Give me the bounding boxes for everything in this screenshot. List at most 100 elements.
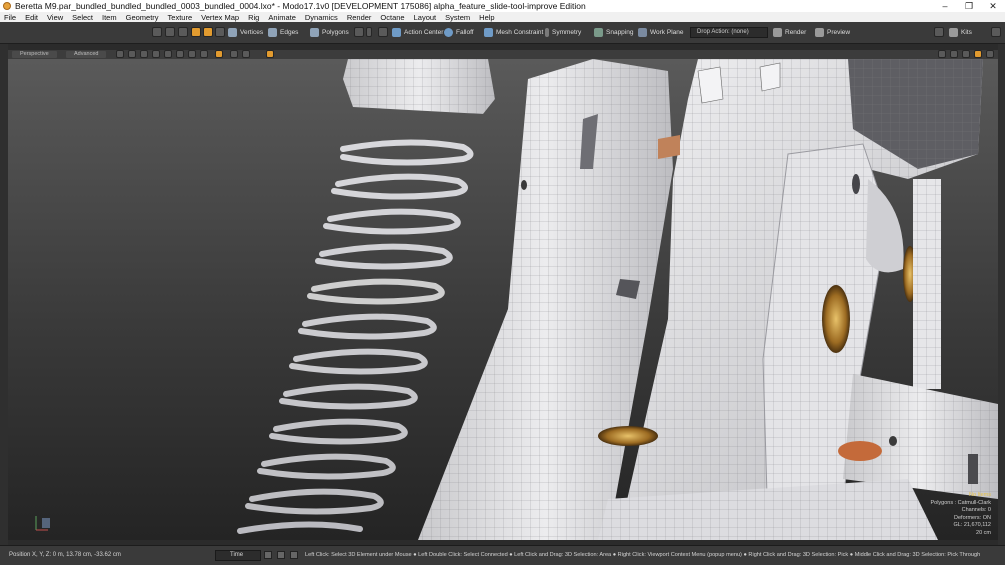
symmetry-shield-icon[interactable]	[378, 27, 388, 37]
axis-gizmo	[30, 510, 60, 535]
chevron-down-icon[interactable]	[366, 27, 372, 37]
polygons-icon	[310, 28, 319, 37]
no-items-label: No Items	[968, 492, 991, 498]
viewport-option-icon[interactable]	[266, 50, 274, 58]
menu-edit[interactable]: Edit	[25, 13, 38, 22]
minimize-button[interactable]: –	[933, 0, 957, 12]
symmetry-button[interactable]: Symmetry	[545, 26, 581, 39]
menu-help[interactable]: Help	[479, 13, 494, 22]
menu-item[interactable]: Item	[102, 13, 117, 22]
symmetry-icon	[545, 28, 549, 37]
kits-icon	[949, 28, 958, 37]
viewport-option-icon[interactable]	[200, 50, 208, 58]
search-icon[interactable]	[934, 27, 944, 37]
edges-button[interactable]: Edges	[268, 26, 298, 39]
menu-texture[interactable]: Texture	[168, 13, 193, 22]
viewport-option-icon[interactable]	[176, 50, 184, 58]
position-readout: Position X, Y, Z: 0 m, 13.78 cm, -33.62 …	[9, 552, 121, 558]
edges-icon	[268, 28, 277, 37]
list-icon[interactable]	[277, 551, 285, 559]
title-bar: Beretta M9.par_bundled_bundled_bundled_0…	[0, 0, 1005, 12]
menu-animate[interactable]: Animate	[268, 13, 296, 22]
preview-icon	[815, 28, 824, 37]
falloff-button[interactable]: Falloff	[444, 26, 474, 39]
action-center-button[interactable]: Action Center	[392, 26, 443, 39]
layout-icon[interactable]	[264, 551, 272, 559]
viewport-stats: No Items Polygons : Catmull-Clark Channe…	[930, 492, 991, 537]
snapping-icon	[594, 28, 603, 37]
falloff-icon	[444, 28, 453, 37]
channels-stat: Channels: 0	[961, 507, 991, 513]
viewport-option-icon[interactable]	[215, 50, 223, 58]
window-controls: – ❐ ✕	[933, 0, 1005, 12]
menu-file[interactable]: File	[4, 13, 16, 22]
menu-bar: File Edit View Select Item Geometry Text…	[0, 12, 1005, 22]
viewport-header: Perspective Advanced	[8, 50, 998, 59]
vertices-icon	[228, 28, 237, 37]
mouse-hints: Left Click: Select 3D Element under Mous…	[305, 552, 981, 558]
menu-dynamics[interactable]: Dynamics	[305, 13, 338, 22]
menu-rig[interactable]: Rig	[248, 13, 259, 22]
viewport-option-icon[interactable]	[188, 50, 196, 58]
polygons-button[interactable]: Polygons	[310, 26, 349, 39]
window-title: Beretta M9.par_bundled_bundled_bundled_0…	[15, 1, 586, 11]
render-button[interactable]: Render	[773, 26, 806, 39]
rotate-view-icon[interactable]	[950, 50, 958, 58]
menu-select[interactable]: Select	[72, 13, 93, 22]
vertices-button[interactable]: Vertices	[228, 26, 263, 39]
gl-stat: GL: 21,670,112	[953, 522, 991, 528]
time-button[interactable]: Time	[215, 550, 261, 561]
shield-icon[interactable]	[354, 27, 364, 37]
layout-toggle-icon[interactable]	[991, 27, 1001, 37]
time-label: Time	[230, 552, 244, 558]
viewport-tab-advanced[interactable]: Advanced	[66, 51, 107, 58]
action-center-icon	[392, 28, 401, 37]
modo-app-icon	[3, 2, 11, 10]
material-mode-icon[interactable]	[215, 27, 225, 37]
item-mode-icon[interactable]	[203, 27, 213, 37]
menu-render[interactable]: Render	[347, 13, 372, 22]
3d-viewport[interactable]	[8, 59, 998, 540]
reset-view-icon[interactable]	[938, 50, 946, 58]
status-bar: Position X, Y, Z: 0 m, 13.78 cm, -33.62 …	[0, 545, 1005, 565]
menu-octane[interactable]: Octane	[380, 13, 404, 22]
viewport-option-icon[interactable]	[128, 50, 136, 58]
viewport-option-icon[interactable]	[242, 50, 250, 58]
mesh-constraint-button[interactable]: Mesh Constraint	[484, 26, 543, 39]
preview-button[interactable]: Preview	[815, 26, 850, 39]
mesh-constraint-icon	[484, 28, 493, 37]
maximize-button[interactable]: ❐	[957, 0, 981, 12]
zoom-view-icon[interactable]	[962, 50, 970, 58]
work-plane-icon	[638, 28, 647, 37]
menu-geometry[interactable]: Geometry	[126, 13, 159, 22]
pan-view-icon[interactable]	[974, 50, 982, 58]
render-icon	[773, 28, 782, 37]
viewport-option-icon[interactable]	[230, 50, 238, 58]
element-move-icon[interactable]	[178, 27, 188, 37]
panel-icon[interactable]	[290, 551, 298, 559]
transform-tool-icon[interactable]	[165, 27, 175, 37]
kits-button[interactable]: Kits	[949, 26, 972, 39]
work-plane-button[interactable]: Work Plane	[638, 26, 683, 39]
viewport-render	[8, 59, 998, 540]
viewport-option-icon[interactable]	[116, 50, 124, 58]
viewport-settings-icon[interactable]	[986, 50, 994, 58]
magazine-follower	[343, 59, 495, 114]
drop-action-dropdown[interactable]: Drop Action: (none)	[690, 27, 768, 38]
select-tool-icon[interactable]	[152, 27, 162, 37]
right-panel-edge	[998, 44, 1005, 545]
menu-vertex-map[interactable]: Vertex Map	[201, 13, 239, 22]
menu-system[interactable]: System	[445, 13, 470, 22]
main-toolbar: Vertices Edges Polygons Action Center Fa…	[0, 22, 1005, 44]
menu-layout[interactable]: Layout	[414, 13, 437, 22]
close-button[interactable]: ✕	[981, 0, 1005, 12]
viewport-tab-perspective[interactable]: Perspective	[12, 51, 57, 58]
snapping-button[interactable]: Snapping	[594, 26, 633, 39]
deformers-stat: Deformers: ON	[954, 514, 991, 521]
menu-view[interactable]: View	[47, 13, 63, 22]
viewport-option-icon[interactable]	[140, 50, 148, 58]
viewport-option-icon[interactable]	[164, 50, 172, 58]
scale-stat: 20 cm	[976, 529, 991, 536]
auto-select-icon[interactable]	[191, 27, 201, 37]
viewport-option-icon[interactable]	[152, 50, 160, 58]
